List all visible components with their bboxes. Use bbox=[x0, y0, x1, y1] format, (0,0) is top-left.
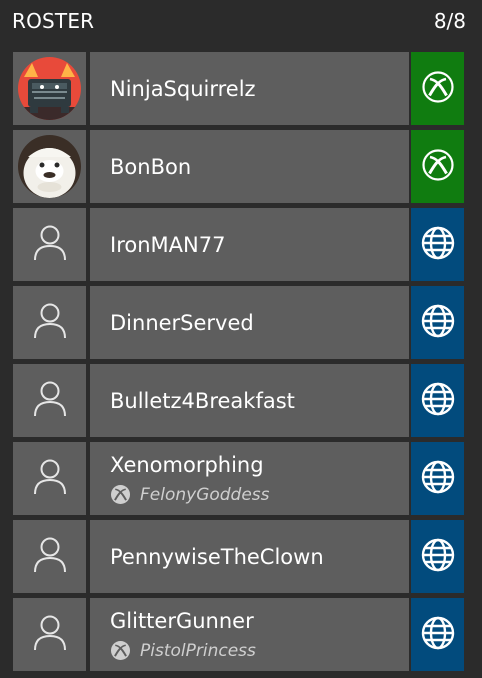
platform-badge-web bbox=[411, 598, 464, 671]
globe-icon bbox=[421, 304, 455, 342]
player-name-cell[interactable]: Bulletz4Breakfast bbox=[90, 364, 409, 437]
platform-badge-web bbox=[411, 364, 464, 437]
platform-badge-web bbox=[411, 286, 464, 359]
globe-icon bbox=[421, 460, 455, 498]
linked-xbox-account: FelonyGoddess bbox=[110, 484, 270, 505]
player-gamertag: DinnerServed bbox=[110, 310, 254, 335]
player-gamertag: GlitterGunner bbox=[110, 609, 254, 633]
person-icon bbox=[32, 614, 68, 656]
person-icon bbox=[32, 224, 68, 266]
xbox-icon bbox=[110, 484, 131, 505]
player-gamertag: Bulletz4Breakfast bbox=[110, 388, 295, 413]
xbox-icon bbox=[421, 148, 454, 185]
player-gamertag: BonBon bbox=[110, 154, 192, 179]
player-gamertag: IronMAN77 bbox=[110, 232, 226, 257]
player-name-cell[interactable]: PennywiseTheClown bbox=[90, 520, 409, 593]
player-avatar[interactable] bbox=[13, 286, 86, 359]
globe-icon bbox=[421, 382, 455, 420]
globe-icon bbox=[421, 616, 455, 654]
roster-row[interactable]: BonBon bbox=[13, 130, 464, 203]
platform-badge-xbox bbox=[411, 130, 464, 203]
roster-panel: ROSTER 8/8 NinjaSquirrelz BonBon IronMAN… bbox=[0, 0, 482, 678]
roster-title: ROSTER bbox=[12, 9, 95, 33]
linked-gamertag: PistolPrincess bbox=[140, 640, 256, 661]
player-gamertag: Xenomorphing bbox=[110, 453, 264, 477]
player-avatar[interactable] bbox=[13, 208, 86, 281]
roster-count: 8/8 bbox=[433, 9, 466, 33]
roster-header: ROSTER 8/8 bbox=[0, 0, 482, 44]
person-icon bbox=[32, 380, 68, 422]
player-name-cell[interactable]: IronMAN77 bbox=[90, 208, 409, 281]
platform-badge-xbox bbox=[411, 52, 464, 125]
player-name-cell[interactable]: NinjaSquirrelz bbox=[90, 52, 409, 125]
roster-row[interactable]: Xenomorphing FelonyGoddess bbox=[13, 442, 464, 515]
player-name-cell[interactable]: BonBon bbox=[90, 130, 409, 203]
globe-icon bbox=[421, 538, 455, 576]
roster-row[interactable]: NinjaSquirrelz bbox=[13, 52, 464, 125]
player-gamertag: PennywiseTheClown bbox=[110, 544, 324, 569]
person-icon bbox=[32, 536, 68, 578]
roster-row[interactable]: PennywiseTheClown bbox=[13, 520, 464, 593]
xbox-icon bbox=[110, 640, 131, 661]
roster-row[interactable]: DinnerServed bbox=[13, 286, 464, 359]
player-gamertag: NinjaSquirrelz bbox=[110, 76, 256, 101]
player-name-cell[interactable]: DinnerServed bbox=[90, 286, 409, 359]
player-avatar[interactable] bbox=[13, 520, 86, 593]
person-icon bbox=[32, 458, 68, 500]
roster-row[interactable]: Bulletz4Breakfast bbox=[13, 364, 464, 437]
roster-list: NinjaSquirrelz BonBon IronMAN77 DinnerSe… bbox=[13, 52, 464, 676]
player-avatar[interactable] bbox=[13, 442, 86, 515]
player-avatar[interactable] bbox=[13, 598, 86, 671]
platform-badge-web bbox=[411, 520, 464, 593]
ninja-avatar-icon bbox=[18, 57, 81, 120]
linked-gamertag: FelonyGoddess bbox=[140, 484, 270, 505]
player-avatar[interactable] bbox=[13, 52, 86, 125]
player-avatar[interactable] bbox=[13, 364, 86, 437]
globe-icon bbox=[421, 226, 455, 264]
player-name-cell[interactable]: GlitterGunner PistolPrincess bbox=[90, 598, 409, 671]
xbox-icon bbox=[421, 70, 454, 107]
bonbon-avatar-icon bbox=[18, 135, 81, 198]
platform-badge-web bbox=[411, 442, 464, 515]
person-icon bbox=[32, 302, 68, 344]
player-avatar[interactable] bbox=[13, 130, 86, 203]
player-name-cell[interactable]: Xenomorphing FelonyGoddess bbox=[90, 442, 409, 515]
roster-row[interactable]: IronMAN77 bbox=[13, 208, 464, 281]
linked-xbox-account: PistolPrincess bbox=[110, 640, 256, 661]
roster-row[interactable]: GlitterGunner PistolPrincess bbox=[13, 598, 464, 671]
platform-badge-web bbox=[411, 208, 464, 281]
